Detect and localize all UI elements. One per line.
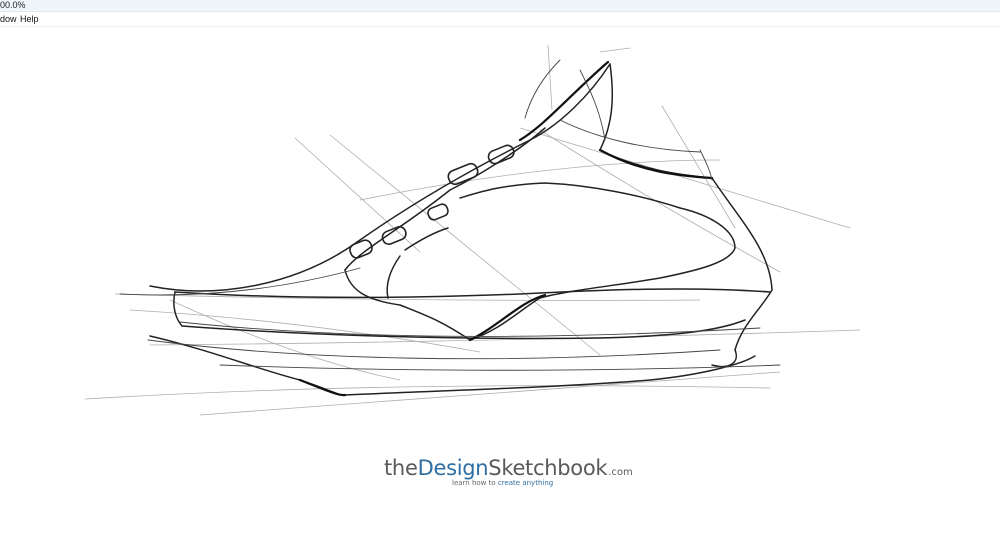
brand-tagline: learn how to create anything <box>452 479 553 487</box>
brand-logo: theDesignSketchbook.com <box>384 456 633 480</box>
brand-part2: Design <box>417 456 489 480</box>
brand-name: theDesignSketchbook <box>384 456 608 480</box>
title-bar: 00.0% <box>0 0 1000 12</box>
menu-window[interactable]: dow <box>0 12 17 26</box>
brand-part1: the <box>384 456 418 480</box>
menu-bar: dow Help <box>0 12 1000 27</box>
brand-part3: Sketchbook <box>488 456 608 480</box>
tagline-pre: learn how to <box>452 479 498 487</box>
zoom-level: 00.0% <box>0 0 26 10</box>
tagline-highlight: create anything <box>497 479 554 487</box>
menu-help[interactable]: Help <box>20 12 39 26</box>
brand-suffix: .com <box>608 467 633 478</box>
